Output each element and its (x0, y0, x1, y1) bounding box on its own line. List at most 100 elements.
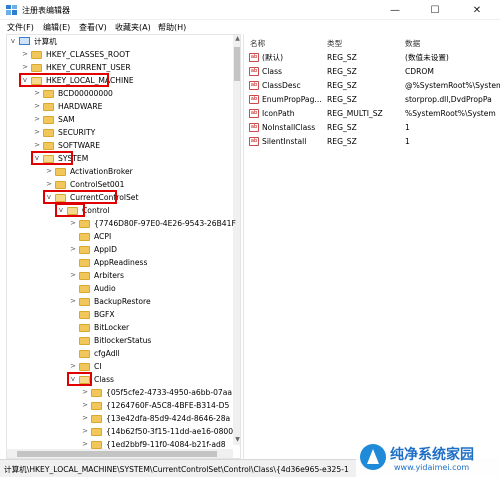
chevron-right-icon[interactable]: > (69, 360, 77, 373)
tree-node[interactable]: > {1264760F-A5C8-4BFE-B314-D5 (7, 399, 233, 412)
watermark-url: www.yidaimei.com (394, 463, 470, 472)
chevron-right-icon[interactable]: > (33, 87, 41, 100)
tree-node[interactable]: BGFX (7, 308, 233, 321)
site-watermark: 纯净系统家园 www.yidaimei.com (356, 440, 500, 477)
tree-node[interactable]: > SOFTWARE (7, 139, 233, 152)
chevron-right-icon[interactable]: > (21, 48, 29, 61)
chevron-right-icon[interactable]: > (69, 269, 77, 282)
string-value-icon: ab (249, 109, 259, 118)
value-row[interactable]: ab NoInstallClass REG_SZ 1 (244, 121, 500, 134)
tree-node[interactable]: v Class (7, 373, 233, 386)
folder-icon (79, 363, 90, 371)
tree-node[interactable]: > ControlSet001 (7, 178, 233, 191)
tree-node[interactable]: BitLocker (7, 321, 233, 334)
folder-icon (79, 285, 90, 293)
column-header-name[interactable]: 名称 (250, 38, 265, 49)
value-type: REG_SZ (327, 81, 357, 90)
menu-view[interactable]: 查看(V) (79, 22, 107, 33)
chevron-down-icon[interactable]: v (45, 191, 53, 204)
chevron-right-icon[interactable]: > (81, 425, 89, 438)
folder-icon (79, 350, 90, 358)
folder-icon (91, 402, 102, 410)
maximize-button[interactable]: ☐ (420, 0, 450, 20)
tree-node[interactable]: AppReadiness (7, 256, 233, 269)
tree-node[interactable]: Audio (7, 282, 233, 295)
chevron-right-icon[interactable]: > (81, 438, 89, 451)
tree-node[interactable]: > HKEY_CLASSES_ROOT (7, 48, 233, 61)
string-value-icon: ab (249, 81, 259, 90)
value-row[interactable]: ab SilentInstall REG_SZ 1 (244, 135, 500, 148)
folder-icon (31, 77, 42, 85)
tree-node[interactable]: > HKEY_CURRENT_USER (7, 61, 233, 74)
tree-node[interactable]: > {13e42dfa-85d9-424d-8646-28a (7, 412, 233, 425)
chevron-down-icon[interactable]: v (57, 204, 65, 217)
tree-node[interactable]: > {05f5cfe2-4733-4950-a6bb-07aa (7, 386, 233, 399)
tree-node[interactable]: > ActivationBroker (7, 165, 233, 178)
values-list[interactable]: 名称 类型 数据 ab (默认) REG_SZ (数值未设置) ab Class REG_S… (243, 34, 500, 459)
menu-file[interactable]: 文件(F) (7, 22, 34, 33)
tree-node[interactable]: > BCD00000000 (7, 87, 233, 100)
tree-vertical-scrollbar[interactable]: ▲ ▼ (233, 35, 240, 445)
tree-node[interactable]: > {7746D80F-97E0-4E26-9543-26B41F (7, 217, 236, 230)
tree-node[interactable]: ACPI (7, 230, 233, 243)
value-data: 1 (405, 123, 410, 132)
tree-node[interactable]: > Arbiters (7, 269, 233, 282)
registry-tree[interactable]: v 计算机 ▲ ▼ > HKEY_CLASSES_ROOT > HKEY_CURREN… (6, 34, 241, 459)
menu-favorites[interactable]: 收藏夹(A) (115, 22, 151, 33)
value-row[interactable]: ab (默认) REG_SZ (数值未设置) (244, 51, 500, 64)
tree-node[interactable]: > SECURITY (7, 126, 233, 139)
close-button[interactable]: ✕ (462, 0, 492, 20)
menu-help[interactable]: 帮助(H) (158, 22, 186, 33)
chevron-down-icon[interactable]: v (33, 152, 41, 165)
chevron-right-icon[interactable]: > (33, 113, 41, 126)
tree-root-computer[interactable]: v 计算机 (7, 35, 233, 48)
tree-node[interactable]: > {14b62f50-3f15-11dd-ae16-0800 (7, 425, 233, 438)
folder-icon (43, 90, 54, 98)
tree-node[interactable]: > BackupRestore (7, 295, 233, 308)
tree-node[interactable]: > HARDWARE (7, 100, 233, 113)
chevron-right-icon[interactable]: > (45, 178, 53, 191)
tree-node[interactable]: > SAM (7, 113, 233, 126)
watermark-title: 纯净系统家园 (390, 447, 474, 463)
tree-node[interactable]: > {1ed2bbf9-11f0-4084-b21f-ad8 (7, 438, 233, 451)
chevron-right-icon[interactable]: > (69, 243, 77, 256)
column-header-type[interactable]: 类型 (327, 38, 342, 49)
chevron-right-icon[interactable]: > (69, 295, 77, 308)
tree-node[interactable]: > CI (7, 360, 233, 373)
tree-label: CurrentControlSet (70, 193, 139, 202)
tree-node[interactable]: v Control (7, 204, 233, 217)
tree-node[interactable]: cfgAdll (7, 347, 233, 360)
chevron-right-icon[interactable]: > (69, 217, 77, 230)
value-type: REG_SZ (327, 53, 357, 62)
value-row[interactable]: ab ClassDesc REG_SZ @%SystemRoot%\System (244, 79, 500, 92)
tree-label: {1ed2bbf9-11f0-4084-b21f-ad8 (106, 440, 226, 449)
status-path: 计算机\HKEY_LOCAL_MACHINE\SYSTEM\CurrentCon… (4, 465, 349, 474)
chevron-down-icon[interactable]: v (21, 74, 29, 87)
tree-node[interactable]: BitlockerStatus (7, 334, 233, 347)
string-value-icon: ab (249, 95, 259, 104)
chevron-down-icon[interactable]: v (69, 373, 77, 386)
column-header-data[interactable]: 数据 (405, 38, 420, 49)
scroll-up-icon[interactable]: ▲ (233, 35, 240, 44)
chevron-right-icon[interactable]: > (45, 165, 53, 178)
scroll-down-icon[interactable]: ▼ (233, 436, 240, 445)
tree-node[interactable]: v SYSTEM (7, 152, 233, 165)
tree-node[interactable]: > AppID (7, 243, 233, 256)
chevron-right-icon[interactable]: > (33, 126, 41, 139)
scroll-thumb[interactable] (17, 451, 217, 457)
value-row[interactable]: ab Class REG_SZ CDROM (244, 65, 500, 78)
chevron-right-icon[interactable]: > (81, 399, 89, 412)
tree-node[interactable]: v CurrentControlSet (7, 191, 233, 204)
value-row[interactable]: ab IconPath REG_MULTI_SZ %SystemRoot%\Syste… (244, 107, 500, 120)
minimize-button[interactable]: — (380, 0, 410, 20)
chevron-right-icon[interactable]: > (33, 100, 41, 113)
scroll-thumb[interactable] (234, 47, 240, 81)
value-row[interactable]: ab EnumPropPag... REG_SZ storprop.dll,DvdPr… (244, 93, 500, 106)
chevron-right-icon[interactable]: > (33, 139, 41, 152)
chevron-right-icon[interactable]: > (21, 61, 29, 74)
menu-edit[interactable]: 编辑(E) (43, 22, 70, 33)
chevron-right-icon[interactable]: > (81, 412, 89, 425)
chevron-right-icon[interactable]: > (81, 386, 89, 399)
expander-icon[interactable]: v (9, 35, 17, 48)
tree-node[interactable]: v HKEY_LOCAL_MACHINE (7, 74, 233, 87)
